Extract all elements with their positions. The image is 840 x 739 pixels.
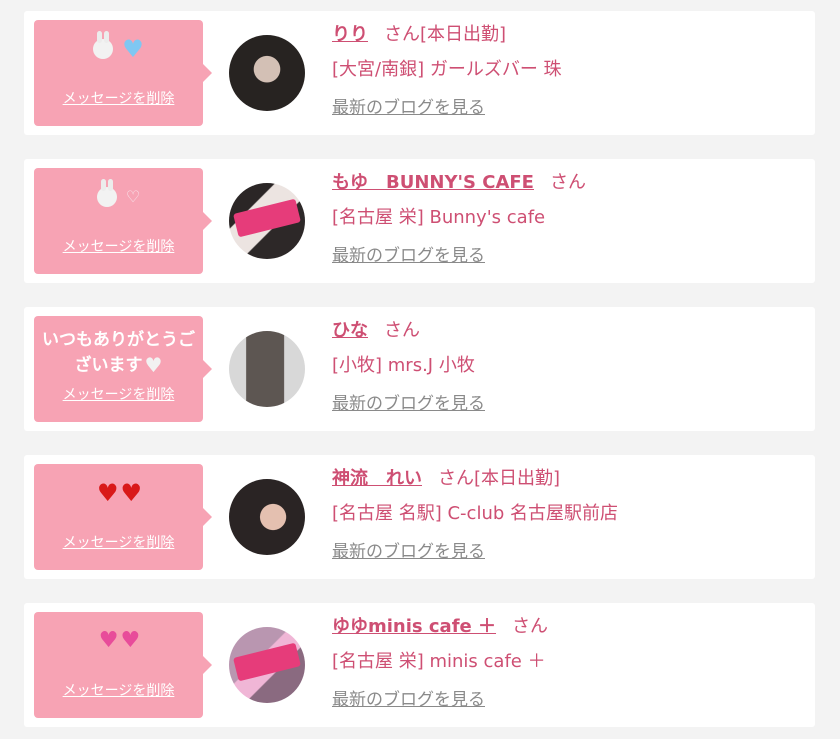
- shop-info: [小牧] mrs.J 小牧: [332, 355, 475, 376]
- red-heart-icon: ♥: [120, 479, 143, 507]
- shop-info: [名古屋 栄] Bunny's cafe: [332, 207, 546, 228]
- message-card-1: ♥ メッセージを削除 りり さん[本日出勤] [大宮/南銀] ガールズバー 珠 最…: [24, 11, 815, 135]
- latest-blog-link[interactable]: 最新のブログを見る: [332, 688, 485, 712]
- avatar[interactable]: [229, 479, 305, 555]
- message-emoji-line: ♥♥: [34, 480, 203, 506]
- cast-name-link[interactable]: ひな: [332, 320, 368, 341]
- name-line: ゆゆminis cafe ＋ さん: [332, 613, 548, 641]
- honorific-label: さん: [549, 172, 586, 193]
- message-emoji-line: ♥: [34, 31, 203, 63]
- honorific-label: さん: [512, 616, 549, 637]
- shop-info: [大宮/南銀] ガールズバー 珠: [332, 59, 562, 80]
- shop-info: [名古屋 名駅] C-club 名古屋駅前店: [332, 503, 619, 524]
- white-heart-icon: ♡: [125, 187, 141, 206]
- message-text: いつもありがとうございます ♥: [34, 328, 203, 379]
- red-heart-icon: ♥: [96, 479, 119, 507]
- honorific-label: さん: [438, 468, 474, 489]
- delete-message-link[interactable]: メッセージを削除: [34, 238, 203, 256]
- message-card-2: ♡ メッセージを削除 もゆ BUNNY'S CAFE さん [名古屋 栄] Bun…: [24, 159, 815, 283]
- cast-name-link[interactable]: 神流 れい: [332, 468, 422, 489]
- message-emoji-line: ♡: [34, 179, 203, 210]
- message-bubble: ♥ メッセージを削除: [34, 20, 212, 126]
- rabbit-face-icon: [96, 179, 117, 207]
- latest-blog-link[interactable]: 最新のブログを見る: [332, 96, 485, 120]
- latest-blog-link[interactable]: 最新のブログを見る: [332, 244, 485, 268]
- delete-message-link[interactable]: メッセージを削除: [34, 386, 203, 404]
- cast-name-link[interactable]: ゆゆminis cafe ＋: [332, 616, 496, 637]
- name-line: ひな さん: [332, 317, 420, 345]
- delete-message-link[interactable]: メッセージを削除: [34, 90, 203, 108]
- avatar-badge-icon: [233, 642, 301, 682]
- message-card-5: ♥♥ メッセージを削除 ゆゆminis cafe ＋ さん [名古屋 栄] min…: [24, 603, 815, 727]
- avatar[interactable]: [229, 627, 305, 703]
- status-label: [本日出勤]: [474, 468, 561, 489]
- message-bubble: ♥♥ メッセージを削除: [34, 612, 212, 718]
- latest-blog-link[interactable]: 最新のブログを見る: [332, 392, 485, 416]
- delete-message-link[interactable]: メッセージを削除: [34, 534, 203, 552]
- cast-name-link[interactable]: りり: [332, 24, 368, 45]
- avatar[interactable]: [229, 35, 305, 111]
- two-hearts-icon: ♥: [98, 628, 119, 653]
- message-emoji-line: ♥♥: [34, 628, 203, 654]
- latest-blog-link[interactable]: 最新のブログを見る: [332, 540, 485, 564]
- blue-heart-icon: ♥: [122, 35, 144, 63]
- rabbit-face-icon: [93, 31, 114, 59]
- cast-name-link[interactable]: もゆ BUNNY'S CAFE: [332, 172, 534, 193]
- message-bubble: ♥♥ メッセージを削除: [34, 464, 212, 570]
- message-card-3: いつもありがとうございます ♥ メッセージを削除 ひな さん [小牧] mrs.J …: [24, 307, 815, 431]
- shop-info: [名古屋 栄] minis cafe ＋: [332, 651, 546, 672]
- message-bubble: いつもありがとうございます ♥ メッセージを削除: [34, 316, 212, 422]
- avatar-badge-icon: [233, 198, 301, 238]
- honorific-label: さん: [384, 320, 420, 341]
- status-label: [本日出勤]: [420, 24, 507, 45]
- delete-message-link[interactable]: メッセージを削除: [34, 682, 203, 700]
- avatar[interactable]: [229, 183, 305, 259]
- message-bubble: ♡ メッセージを削除: [34, 168, 212, 274]
- name-line: 神流 れい さん[本日出勤]: [332, 465, 560, 493]
- white-heart-icon: ♥: [144, 353, 163, 377]
- avatar[interactable]: [229, 331, 305, 407]
- honorific-label: さん: [384, 24, 420, 45]
- name-line: りり さん[本日出勤]: [332, 21, 506, 49]
- message-text-content: いつもありがとうございます: [42, 330, 195, 376]
- message-card-4: ♥♥ メッセージを削除 神流 れい さん[本日出勤] [名古屋 名駅] C-clu…: [24, 455, 815, 579]
- two-hearts-icon: ♥: [120, 628, 141, 653]
- name-line: もゆ BUNNY'S CAFE さん: [332, 169, 586, 197]
